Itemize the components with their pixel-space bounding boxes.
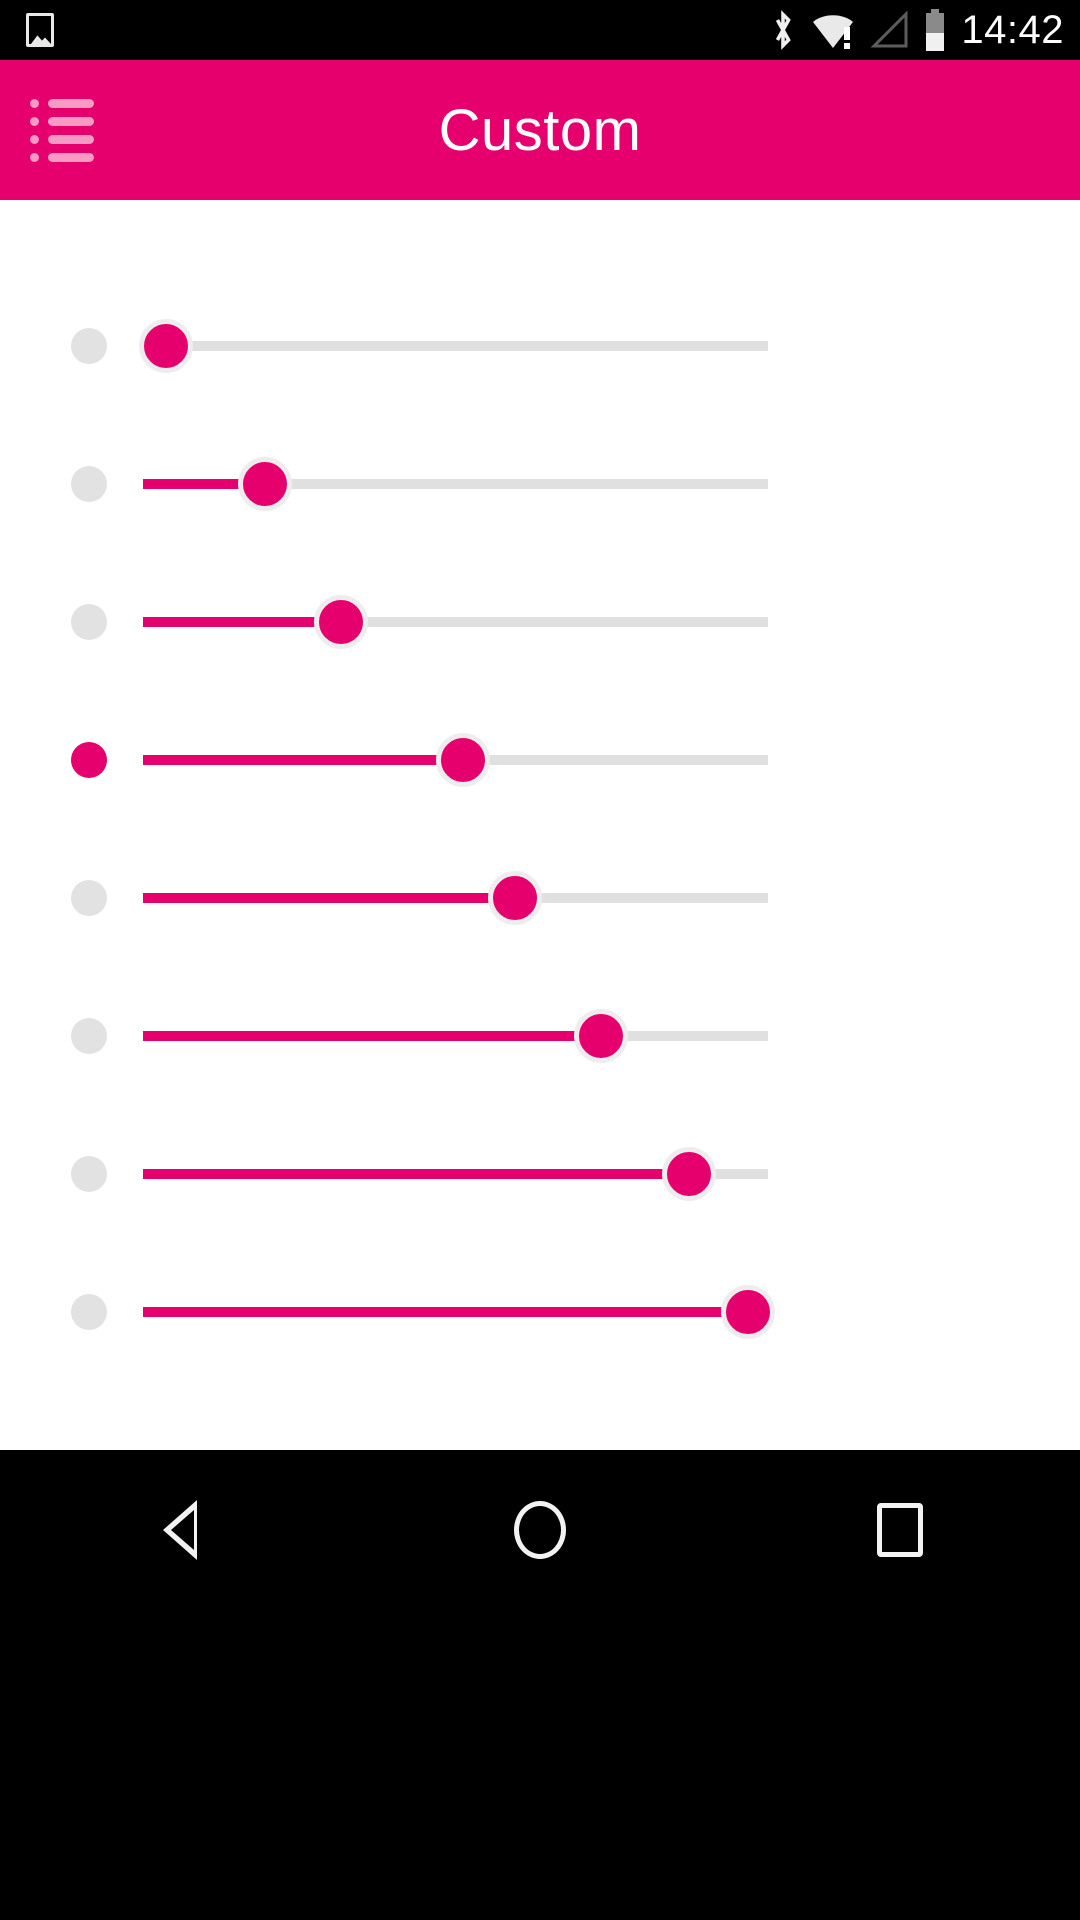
slider-track-active	[143, 1031, 601, 1041]
slider-track[interactable]	[143, 733, 768, 787]
slider-list	[0, 200, 1080, 1450]
slider-thumb[interactable]	[314, 595, 368, 649]
status-bar-clock: 14:42	[961, 8, 1064, 52]
slider-row[interactable]	[0, 310, 1080, 382]
status-bar-right-icons: 14:42	[769, 0, 1064, 60]
phone-screen: 14:42 Custom	[0, 0, 1080, 1920]
battery-icon	[923, 9, 947, 51]
slider-track[interactable]	[143, 871, 768, 925]
home-circle-icon	[514, 1501, 566, 1559]
recents-square-icon	[877, 1503, 923, 1557]
slider-track[interactable]	[143, 1147, 768, 1201]
slider-row[interactable]	[0, 724, 1080, 796]
page-title: Custom	[438, 97, 642, 163]
slider-track[interactable]	[143, 595, 768, 649]
slider-track[interactable]	[143, 1009, 768, 1063]
slider-row[interactable]	[0, 1000, 1080, 1072]
slider-thumb[interactable]	[574, 1009, 628, 1063]
app-bar: Custom	[0, 60, 1080, 200]
slider-track[interactable]	[139, 319, 768, 373]
slider-track-active	[143, 1169, 689, 1179]
slider-state-dot[interactable]	[71, 880, 107, 916]
slider-thumb[interactable]	[238, 457, 292, 511]
nav-home-button[interactable]	[470, 1475, 610, 1585]
wifi-warning-icon	[811, 11, 857, 49]
slider-thumb[interactable]	[721, 1285, 775, 1339]
system-navigation-bar	[0, 1450, 1080, 1920]
slider-state-dot[interactable]	[71, 1156, 107, 1192]
bluetooth-icon	[769, 10, 797, 50]
status-bar: 14:42	[0, 0, 1080, 60]
slider-track[interactable]	[143, 457, 768, 511]
slider-thumb[interactable]	[488, 871, 542, 925]
gallery-icon	[26, 13, 54, 47]
slider-thumb[interactable]	[139, 319, 193, 373]
slider-row[interactable]	[0, 862, 1080, 934]
nav-recents-button[interactable]	[830, 1475, 970, 1585]
slider-track-active	[143, 893, 515, 903]
slider-row[interactable]	[0, 586, 1080, 658]
slider-state-dot[interactable]	[71, 742, 107, 778]
back-triangle-icon	[163, 1500, 197, 1560]
slider-state-dot[interactable]	[71, 604, 107, 640]
slider-row[interactable]	[0, 1276, 1080, 1348]
slider-track[interactable]	[143, 1285, 775, 1339]
slider-track-active	[143, 1307, 748, 1317]
slider-state-dot[interactable]	[71, 1018, 107, 1054]
slider-state-dot[interactable]	[71, 328, 107, 364]
slider-row[interactable]	[0, 448, 1080, 520]
slider-track-active	[143, 755, 463, 765]
status-bar-left-icons	[26, 0, 54, 60]
cellular-signal-icon	[871, 11, 909, 49]
slider-state-dot[interactable]	[71, 1294, 107, 1330]
slider-row[interactable]	[0, 1138, 1080, 1210]
slider-track-active	[143, 617, 341, 627]
slider-thumb[interactable]	[436, 733, 490, 787]
nav-back-button[interactable]	[110, 1475, 250, 1585]
slider-track-inactive	[143, 341, 768, 351]
slider-state-dot[interactable]	[71, 466, 107, 502]
nav-button-group	[0, 1450, 1080, 1610]
slider-thumb[interactable]	[662, 1147, 716, 1201]
